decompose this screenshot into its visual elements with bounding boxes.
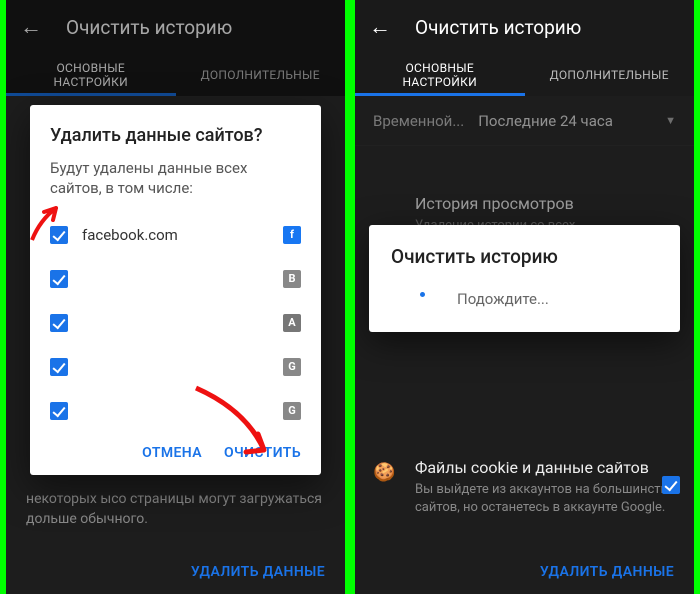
confirm-dialog: Удалить данные сайтов? Будут удалены дан… (30, 105, 321, 475)
site-row: G (50, 389, 301, 433)
favicon-icon: G (283, 358, 301, 376)
cookie-icon: 🍪 (373, 462, 395, 483)
wait-row: Подождите... (391, 288, 658, 310)
clear-button[interactable]: ОЧИСТИТЬ (224, 445, 301, 461)
progress-dialog: Очистить историю Подождите... (369, 225, 680, 332)
checkbox-icon[interactable] (50, 314, 68, 332)
checkbox-icon[interactable] (50, 270, 68, 288)
dialog-buttons: ОТМЕНА ОЧИСТИТЬ (50, 433, 301, 467)
background-text: некоторых ысо страницы могут загружаться… (26, 490, 325, 529)
favicon-icon: B (283, 270, 301, 288)
site-row: B (50, 257, 301, 301)
checkbox-icon[interactable] (662, 476, 680, 494)
tabs: ОСНОВНЫЕ НАСТРОЙКИ ДОПОЛНИТЕЛЬНЫЕ (355, 54, 694, 96)
dialog-title: Очистить историю (391, 245, 658, 268)
tab-basic[interactable]: ОСНОВНЫЕ НАСТРОЙКИ (355, 54, 525, 96)
favicon-icon: A (283, 314, 301, 332)
page-title: Очистить историю (415, 16, 581, 39)
favicon-facebook-icon: f (283, 226, 301, 244)
delete-data-button[interactable]: УДАЛИТЬ ДАННЫЕ (540, 564, 674, 580)
dialog-title: Удалить данные сайтов? (50, 125, 301, 146)
delete-data-button[interactable]: УДАЛИТЬ ДАННЫЕ (191, 564, 325, 580)
section-subtitle: Вы выйдете из аккаунтов на большинстве с… (415, 481, 676, 516)
back-icon[interactable]: ← (369, 14, 391, 40)
site-row: facebook.com f (50, 213, 301, 257)
site-row: A (50, 301, 301, 345)
cancel-button[interactable]: ОТМЕНА (142, 445, 202, 461)
dialog-description: Будут удалены данные всех сайтов, в том … (50, 158, 301, 199)
toolbar: ← Очистить историю (355, 0, 694, 54)
site-row: G (50, 345, 301, 389)
checkbox-icon[interactable] (50, 358, 68, 376)
screenshot-left: ← Очистить историю ОСНОВНЫЕ НАСТРОЙКИ ДО… (6, 0, 345, 594)
favicon-icon: G (283, 402, 301, 420)
wait-text: Подождите... (457, 290, 549, 308)
screenshot-right: ← Очистить историю ОСНОВНЫЕ НАСТРОЙКИ ДО… (355, 0, 694, 594)
tab-advanced[interactable]: ДОПОЛНИТЕЛЬНЫЕ (525, 54, 695, 96)
checkbox-icon[interactable] (50, 402, 68, 420)
cookies-section[interactable]: 🍪 Файлы cookie и данные сайтов Вы выйдет… (355, 440, 694, 530)
spinner-icon (411, 288, 433, 310)
section-title: Файлы cookie и данные сайтов (415, 458, 676, 477)
site-label: facebook.com (82, 226, 269, 244)
checkbox-icon[interactable] (50, 226, 68, 244)
